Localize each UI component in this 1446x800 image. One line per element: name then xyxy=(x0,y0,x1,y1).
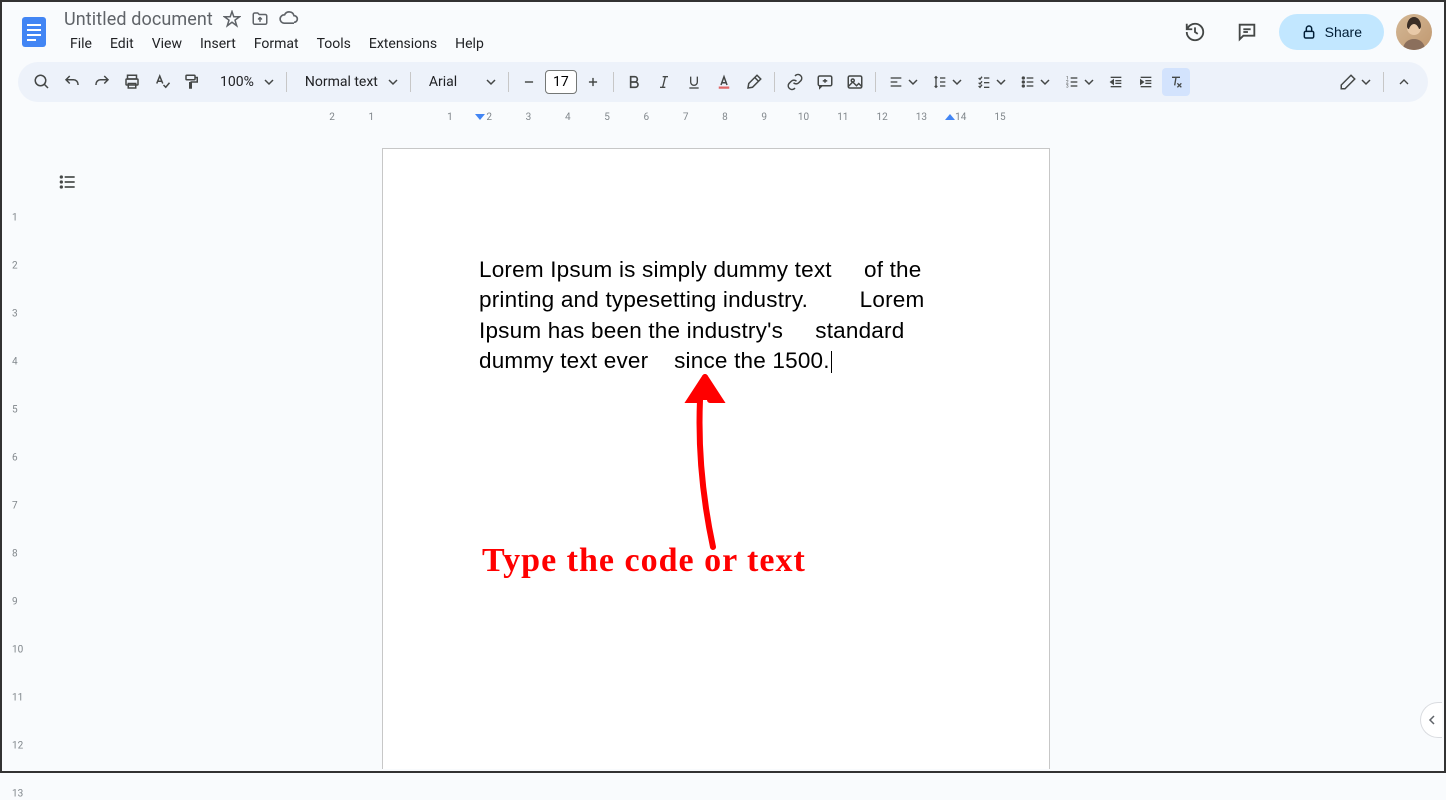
style-name: Normal text xyxy=(299,74,384,90)
document-title[interactable]: Untitled document xyxy=(64,9,213,30)
separator xyxy=(875,72,876,92)
docs-logo[interactable] xyxy=(14,12,54,52)
bullet-list-dropdown[interactable] xyxy=(1014,68,1056,96)
font-name: Arial xyxy=(423,74,463,90)
paint-format-icon[interactable] xyxy=(178,68,206,96)
separator xyxy=(508,72,509,92)
font-dropdown[interactable]: Arial xyxy=(417,68,502,96)
separator xyxy=(774,72,775,92)
horizontal-ruler[interactable]: 21123456789101112131415 xyxy=(34,110,1428,126)
print-icon[interactable] xyxy=(118,68,146,96)
separator xyxy=(1383,72,1384,92)
document-body[interactable]: Lorem Ipsum is simply dummy text of the … xyxy=(479,255,953,377)
separator xyxy=(286,72,287,92)
paragraph-style-dropdown[interactable]: Normal text xyxy=(293,68,404,96)
app-header: Untitled document File Edit View Insert … xyxy=(2,2,1444,62)
body-text: Lorem Ipsum is simply dummy text of the … xyxy=(479,257,924,373)
link-icon[interactable] xyxy=(781,68,809,96)
menu-file[interactable]: File xyxy=(62,32,100,56)
comment-icon[interactable] xyxy=(811,68,839,96)
title-area: Untitled document File Edit View Insert … xyxy=(60,9,1175,56)
font-size-increase[interactable] xyxy=(579,68,607,96)
search-icon[interactable] xyxy=(28,68,56,96)
menu-help[interactable]: Help xyxy=(447,32,492,56)
cloud-status-icon[interactable] xyxy=(279,9,299,29)
indent-decrease-icon[interactable] xyxy=(1102,68,1130,96)
menu-view[interactable]: View xyxy=(144,32,190,56)
user-avatar[interactable] xyxy=(1396,14,1432,50)
italic-icon[interactable] xyxy=(650,68,678,96)
align-dropdown[interactable] xyxy=(882,68,924,96)
share-label: Share xyxy=(1325,24,1362,40)
line-spacing-dropdown[interactable] xyxy=(926,68,968,96)
menu-extensions[interactable]: Extensions xyxy=(361,32,445,56)
page[interactable]: Lorem Ipsum is simply dummy text of the … xyxy=(382,148,1050,769)
separator xyxy=(613,72,614,92)
collapse-toolbar-icon[interactable] xyxy=(1390,68,1418,96)
menu-format[interactable]: Format xyxy=(246,32,307,56)
star-icon[interactable] xyxy=(223,10,241,28)
spellcheck-icon[interactable] xyxy=(148,68,176,96)
font-size-input[interactable]: 17 xyxy=(545,70,577,94)
image-icon[interactable] xyxy=(841,68,869,96)
zoom-dropdown[interactable]: 100% xyxy=(208,68,280,96)
comments-icon[interactable] xyxy=(1227,12,1267,52)
menu-insert[interactable]: Insert xyxy=(192,32,244,56)
underline-icon[interactable] xyxy=(680,68,708,96)
editing-mode-dropdown[interactable] xyxy=(1333,68,1377,96)
text-color-icon[interactable] xyxy=(710,68,738,96)
outline-toggle-icon[interactable] xyxy=(52,166,84,198)
vertical-ruler[interactable]: 12345678910111213 xyxy=(2,126,34,771)
highlight-icon[interactable] xyxy=(740,68,768,96)
text-cursor xyxy=(831,351,832,373)
numbered-list-dropdown[interactable]: 123 xyxy=(1058,68,1100,96)
toolbar: 100% Normal text Arial 17 123 xyxy=(18,62,1428,102)
move-icon[interactable] xyxy=(251,10,269,28)
checklist-dropdown[interactable] xyxy=(970,68,1012,96)
font-size-decrease[interactable] xyxy=(515,68,543,96)
document-canvas[interactable]: Lorem Ipsum is simply dummy text of the … xyxy=(34,126,1428,769)
share-button[interactable]: Share xyxy=(1279,14,1384,50)
indent-increase-icon[interactable] xyxy=(1132,68,1160,96)
history-icon[interactable] xyxy=(1175,12,1215,52)
redo-icon[interactable] xyxy=(88,68,116,96)
svg-text:3: 3 xyxy=(1066,83,1069,89)
menu-edit[interactable]: Edit xyxy=(102,32,142,56)
zoom-value: 100% xyxy=(214,74,260,90)
separator xyxy=(410,72,411,92)
menu-tools[interactable]: Tools xyxy=(309,32,359,56)
menu-bar: File Edit View Insert Format Tools Exten… xyxy=(60,32,1175,56)
undo-icon[interactable] xyxy=(58,68,86,96)
clear-formatting-icon[interactable] xyxy=(1162,68,1190,96)
bold-icon[interactable] xyxy=(620,68,648,96)
